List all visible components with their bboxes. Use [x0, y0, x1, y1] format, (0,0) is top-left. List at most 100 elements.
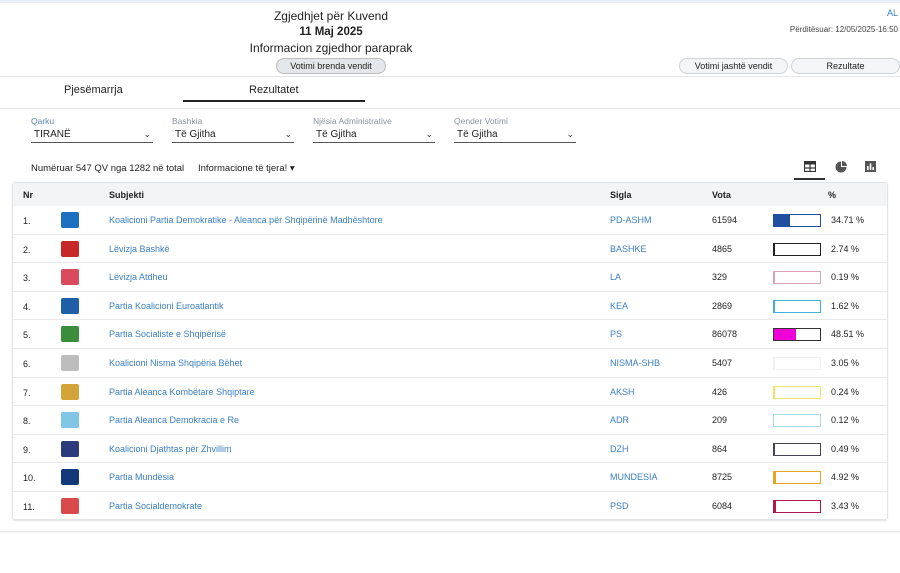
party-name-link[interactable]: Koalicioni Djathtas për Zhvillim: [109, 444, 232, 454]
vote-count: 61594: [712, 215, 738, 225]
page-title: Zgjedhjet për Kuvend: [273, 9, 389, 23]
pie-view-button[interactable]: [825, 156, 856, 180]
col-header-nr: Nr: [23, 190, 34, 200]
table-view-button[interactable]: [794, 156, 825, 180]
col-header-pct: %: [828, 190, 837, 200]
party-acronym-link[interactable]: PSD: [610, 501, 629, 511]
vote-percentage: 3.05 %: [831, 358, 860, 368]
filter-qarku-selected: TIRANË: [34, 129, 71, 140]
filter-qarku-label: Qarku: [31, 116, 55, 126]
vote-share-fill: [774, 243, 776, 255]
chevron-down-icon: ⌄: [566, 129, 574, 139]
party-acronym-link[interactable]: ADR: [610, 415, 629, 425]
party-acronym-link[interactable]: PS: [610, 329, 622, 339]
rezultate-button[interactable]: Rezultate: [791, 58, 900, 74]
party-logo-icon: [61, 469, 79, 486]
vote-share-bar: [773, 328, 821, 342]
table-row: 4. Partia Koalicioni Euroatlantik KEA 2869 1…: [13, 292, 887, 321]
vote-share-bar: [773, 357, 821, 370]
filter-bashkia[interactable]: Bashkia Të Gjitha ⌄: [172, 116, 294, 144]
col-header-vota: Vota: [712, 190, 731, 200]
tab-participation[interactable]: Pjesëmarrja: [64, 84, 123, 96]
more-info-dropdown[interactable]: Informacione të tjera! ▾: [198, 163, 295, 174]
counted-stations-text: Numëruar 547 QV nga 1282 në total: [31, 163, 185, 174]
party-acronym-link[interactable]: KEA: [610, 301, 628, 311]
party-acronym-link[interactable]: BASHKE: [610, 244, 647, 254]
filter-njesia-value[interactable]: Të Gjitha ⌄: [313, 127, 435, 143]
filter-bashkia-selected: Të Gjitha: [175, 129, 216, 140]
table-row: 7. Partia Aleanca Kombëtare Shqiptare AKSH…: [13, 378, 887, 407]
vote-share-bar: [773, 214, 821, 227]
vote-count: 8725: [712, 472, 733, 483]
vote-share-bar: [773, 442, 821, 456]
table-row: 11. Partia Socialdemokrate PSD 6084 3.43 %: [13, 492, 887, 521]
row-number: 10.: [23, 473, 36, 484]
bar-chart-icon: [865, 161, 876, 172]
party-logo-icon: [61, 498, 79, 514]
bar-view-button[interactable]: [855, 156, 886, 180]
row-number: 1.: [23, 216, 31, 226]
filter-qender[interactable]: Qender Votimi Të Gjitha ⌄: [454, 116, 576, 144]
party-acronym-link[interactable]: MUNDESIA: [610, 472, 658, 482]
party-logo-icon: [61, 440, 79, 457]
vote-count: 2869: [712, 300, 733, 311]
party-name-link[interactable]: Partia Aleanca Demokracia e Re: [109, 415, 239, 425]
filter-bashkia-label: Bashkia: [172, 116, 203, 126]
vote-percentage: 48.51 %: [831, 329, 865, 340]
party-acronym-link[interactable]: LA: [610, 272, 621, 282]
party-name-link[interactable]: Lëvizja Atdheu: [109, 272, 168, 282]
table-row: 9. Koalicioni Djathtas për Zhvillim DZH 864…: [13, 435, 887, 464]
party-acronym-link[interactable]: NISMA-SHB: [610, 358, 660, 368]
vote-share-fill: [774, 300, 775, 312]
vote-share-bar: [773, 385, 821, 399]
vote-share-bar: [773, 414, 821, 428]
party-name-link[interactable]: Partia Socialiste e Shqipërisë: [109, 329, 226, 339]
filter-qender-label: Qender Votimi: [454, 116, 508, 126]
language-switch[interactable]: AL: [887, 8, 898, 18]
updated-timestamp: Përditësuar: 12/05/2025-16:50: [789, 25, 898, 34]
vote-share-fill: [774, 329, 797, 341]
filter-njesia-selected: Të Gjitha: [316, 129, 357, 140]
party-name-link[interactable]: Partia Aleanca Kombëtare Shqiptare: [109, 387, 255, 397]
vote-percentage: 34.71 %: [831, 215, 865, 225]
results-table: Nr Subjekti Sigla Vota % 1. Koalicioni Pa…: [12, 182, 888, 521]
vote-percentage: 2.74 %: [831, 243, 860, 254]
filter-bashkia-value[interactable]: Të Gjitha ⌄: [172, 127, 294, 143]
party-name-link[interactable]: Lëvizja Bashkë: [109, 244, 170, 254]
party-name-link[interactable]: Koalicioni Nisma Shqipëria Bëhet: [109, 358, 242, 368]
votimi-brenda-button[interactable]: Votimi brenda vendit: [276, 58, 386, 74]
vote-share-bar: [773, 299, 821, 313]
table-row: 1. Koalicioni Partia Demokratike - Aleanc…: [13, 206, 887, 235]
vote-count: 329: [712, 272, 728, 283]
party-name-link[interactable]: Partia Mundësia: [109, 472, 174, 482]
vote-count: 426: [712, 386, 728, 397]
table-row: 5. Partia Socialiste e Shqipërisë PS 86078 4…: [13, 320, 887, 349]
vote-share-bar: [773, 242, 821, 256]
party-name-link[interactable]: Koalicioni Partia Demokratike - Aleanca …: [109, 215, 383, 225]
filter-njesia[interactable]: Njësia Administrative Të Gjitha ⌄: [313, 116, 435, 144]
party-name-link[interactable]: Partia Socialdemokrate: [109, 501, 202, 511]
top-accent-line: [0, 0, 900, 3]
filter-qender-value[interactable]: Të Gjitha ⌄: [454, 127, 576, 143]
filter-qarku[interactable]: Qarku TIRANË ⌄: [31, 116, 153, 144]
party-name-link[interactable]: Partia Koalicioni Euroatlantik: [109, 301, 224, 311]
row-number: 2.: [23, 244, 31, 255]
filter-qarku-value[interactable]: TIRANË ⌄: [31, 127, 153, 143]
table-header: Nr Subjekti Sigla Vota %: [13, 183, 887, 206]
vote-percentage: 3.43 %: [831, 501, 860, 511]
party-logo-icon: [61, 355, 79, 371]
votimi-jashte-button[interactable]: Votimi jashtë vendit: [679, 58, 788, 74]
vote-share-fill: [774, 215, 790, 226]
vote-share-fill: [774, 501, 776, 512]
party-acronym-link[interactable]: AKSH: [610, 387, 635, 397]
table-row: 8. Partia Aleanca Demokracia e Re ADR 209 0.…: [13, 406, 887, 435]
vote-count: 864: [712, 443, 728, 454]
vote-share-bar: [773, 271, 821, 285]
vote-count: 6084: [712, 501, 733, 511]
row-number: 6.: [23, 359, 31, 369]
tab-results[interactable]: Rezultatet: [249, 84, 299, 96]
table-icon: [803, 160, 816, 173]
party-logo-icon: [61, 212, 79, 228]
party-acronym-link[interactable]: DZH: [610, 444, 629, 454]
party-acronym-link[interactable]: PD-ASHM: [610, 215, 652, 225]
